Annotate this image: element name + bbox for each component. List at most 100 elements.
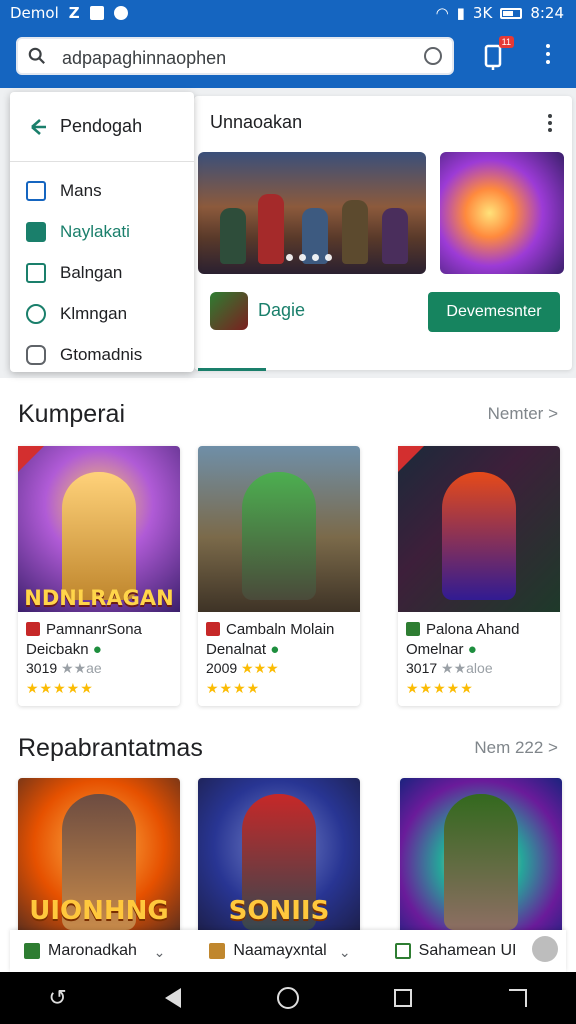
notification-count-badge: 11 bbox=[498, 36, 514, 48]
search-input[interactable]: adpapaghinnaophen bbox=[62, 48, 226, 69]
tab-indicator bbox=[198, 368, 266, 371]
game-subtitle: Omelnar bbox=[406, 641, 464, 658]
game-art bbox=[198, 446, 360, 612]
game-year: 3017 bbox=[406, 660, 438, 676]
game-art-title: UIONHNG bbox=[29, 896, 169, 926]
bottom-strip-item[interactable]: Maronadkah ⌄ bbox=[10, 942, 195, 960]
chat-icon bbox=[26, 344, 46, 365]
nav-recents-button[interactable] bbox=[389, 984, 417, 1012]
developer-icon bbox=[26, 622, 40, 636]
menu-item-naylakati[interactable]: Naylakati bbox=[10, 211, 194, 252]
search-icon[interactable] bbox=[28, 47, 46, 65]
game-name: Palona Ahand bbox=[426, 621, 520, 638]
game-meta: 3017 ★★aloe bbox=[406, 660, 493, 677]
menu-header-label: Pendogah bbox=[60, 116, 143, 136]
game-rating-text: ★★aloe bbox=[441, 660, 493, 676]
featured-app-name[interactable]: Dagie bbox=[258, 300, 305, 321]
recents-square-icon bbox=[394, 989, 413, 1007]
menu-item-label: Gtomadnis bbox=[60, 344, 143, 364]
game-title: Palona Ahand Omelnar ● bbox=[406, 621, 520, 658]
signal-icon: ▮ bbox=[456, 4, 465, 22]
menu-item-mans[interactable]: Mans bbox=[10, 170, 194, 211]
game-name: PamnanrSona bbox=[46, 621, 142, 638]
menu-item-label: Naylakati bbox=[60, 221, 130, 241]
chevron-down-icon: ⌄ bbox=[338, 944, 351, 960]
overflow-menu-icon bbox=[546, 44, 550, 64]
menu-item-gtomadnis[interactable]: Gtomadnis bbox=[10, 334, 194, 375]
game-meta: 3019 ★★ae bbox=[26, 660, 102, 677]
app-mini-icon bbox=[209, 943, 226, 959]
phone-notification-button[interactable]: 11 bbox=[478, 36, 514, 72]
featured-more-icon[interactable] bbox=[548, 114, 552, 132]
section-title: Repabrantatmas bbox=[18, 734, 203, 762]
carousel-pager bbox=[286, 254, 332, 261]
game-title: PamnanrSona Deicbakn ● bbox=[26, 621, 142, 658]
battery-icon bbox=[500, 7, 523, 19]
game-rating-text: ★★★ bbox=[241, 660, 279, 676]
menu-header[interactable]: Pendogah bbox=[10, 92, 194, 162]
install-button[interactable]: Devemesnter bbox=[428, 292, 560, 332]
developer-icon bbox=[206, 622, 220, 636]
new-ribbon bbox=[18, 446, 44, 472]
game-year: 3019 bbox=[26, 660, 58, 676]
app-bar: adpapaghinnaophen 11 bbox=[0, 26, 576, 88]
featured-title: Unnaoakan bbox=[210, 112, 303, 132]
home-circle-icon bbox=[276, 987, 299, 1009]
featured-side-image[interactable] bbox=[440, 152, 564, 274]
star-rating: ★★★★ bbox=[206, 680, 261, 696]
chevron-down-icon: ⌄ bbox=[153, 944, 166, 960]
data-usage-text: 3K bbox=[472, 4, 493, 22]
nav-back-button[interactable] bbox=[159, 984, 187, 1012]
star-rating: ★★★★★ bbox=[26, 680, 94, 696]
back-triangle-icon bbox=[164, 988, 181, 1008]
bottom-strip-item[interactable]: Naamayxntal ⌄ bbox=[195, 942, 380, 960]
app-mini-icon bbox=[24, 943, 40, 959]
notification-box-icon bbox=[89, 6, 104, 20]
game-card[interactable]: Palona Ahand Omelnar ● 3017 ★★aloe ★★★★★ bbox=[398, 446, 560, 706]
bottom-strip-label: Sahamean UI bbox=[418, 942, 517, 959]
section-more-link[interactable]: Nem 222 > bbox=[474, 738, 558, 758]
game-card[interactable]: NDNLRAGAN PamnanrSona Deicbakn ● 3019 ★★a… bbox=[18, 446, 180, 706]
featured-card: Unnaoakan Dagie Devemesnter bbox=[194, 96, 572, 371]
menu-item-balngan[interactable]: Balngan bbox=[10, 252, 194, 293]
system-nav-bar: ↺ bbox=[0, 972, 576, 1024]
game-name: Cambaln Molain bbox=[226, 621, 335, 638]
menu-item-label: Mans bbox=[60, 180, 102, 200]
dropdown-menu: Pendogah Mans Naylakati Balngan Klmngan … bbox=[10, 92, 194, 372]
square-icon bbox=[26, 180, 46, 201]
app-icon[interactable] bbox=[210, 292, 248, 330]
bottom-strip-label: Maronadkah bbox=[48, 942, 137, 959]
bottom-strip-label: Naamayxntal bbox=[233, 942, 327, 959]
game-card[interactable]: Cambaln Molain Denalnat ● 2009 ★★★ ★★★★ bbox=[198, 446, 360, 706]
wifi-icon: ◠ bbox=[435, 4, 449, 22]
nav-back-alt-button[interactable]: ↺ bbox=[44, 984, 72, 1012]
floating-action-icon[interactable] bbox=[532, 936, 558, 962]
section-more-link[interactable]: Nemter > bbox=[488, 404, 558, 424]
carrier-text: Demol bbox=[10, 4, 59, 22]
game-subtitle: Deicbakn bbox=[26, 641, 89, 658]
game-art[interactable] bbox=[400, 778, 562, 948]
game-subtitle: Denalnat bbox=[206, 641, 267, 658]
menu-item-klmngan[interactable]: Klmngan bbox=[10, 293, 194, 334]
eye-icon bbox=[26, 303, 46, 324]
document-icon bbox=[26, 262, 46, 283]
mic-icon[interactable] bbox=[424, 47, 442, 65]
overflow-menu-button[interactable] bbox=[532, 40, 564, 72]
app-mini-icon bbox=[394, 943, 411, 959]
game-art-title: SONIIS bbox=[228, 896, 330, 926]
game-rating-text: ★★ae bbox=[61, 660, 102, 676]
nav-home-button[interactable] bbox=[274, 984, 302, 1012]
menu-item-label: Klmngan bbox=[60, 303, 128, 323]
status-bar: Demol Z ◠ ▮ 3K 8:24 bbox=[0, 0, 576, 26]
game-art-title: NDNLRAGAN bbox=[24, 586, 174, 610]
search-bar[interactable]: adpapaghinnaophen bbox=[16, 37, 454, 75]
developer-icon bbox=[406, 622, 420, 636]
notification-circle-icon bbox=[113, 6, 128, 20]
game-year: 2009 bbox=[206, 660, 238, 676]
nav-expand-button[interactable] bbox=[504, 984, 532, 1012]
game-art[interactable]: UIONHNG bbox=[18, 778, 180, 948]
new-ribbon bbox=[398, 446, 424, 472]
game-art[interactable]: SONIIS bbox=[198, 778, 360, 948]
status-glyph: Z bbox=[68, 4, 80, 22]
undo-icon: ↺ bbox=[48, 985, 67, 1010]
